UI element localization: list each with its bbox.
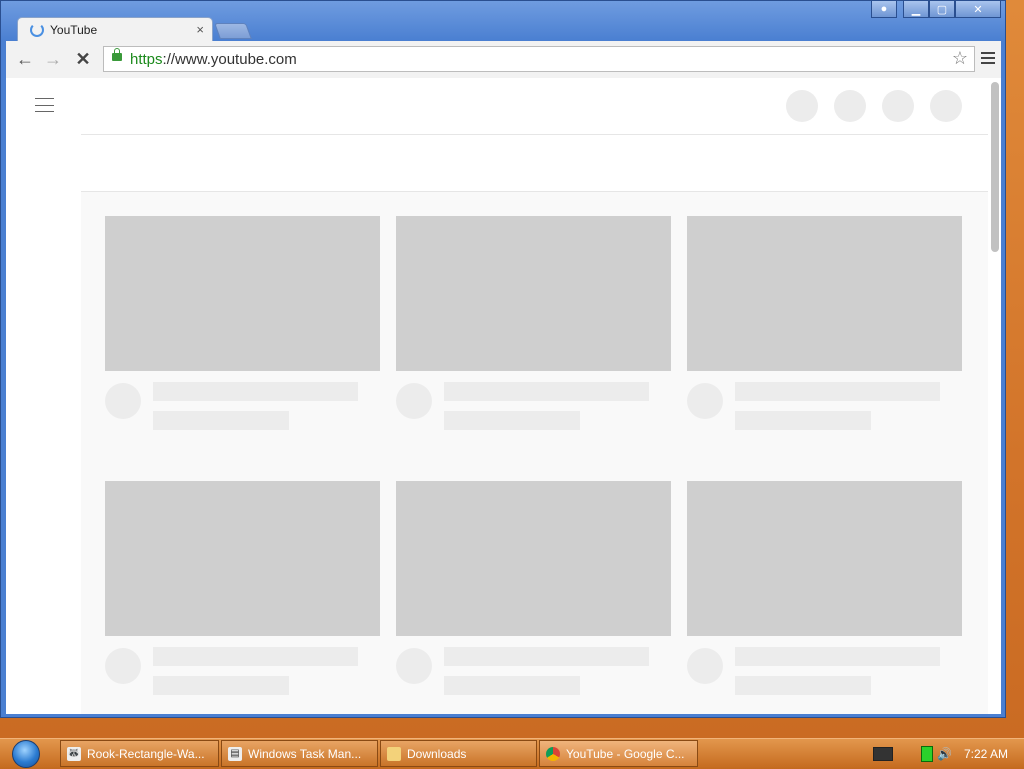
thumbnail-placeholder <box>105 216 380 371</box>
header-placeholder-icons <box>786 90 978 122</box>
video-card-placeholder[interactable] <box>396 216 671 432</box>
title-placeholder <box>735 382 940 401</box>
browser-window: ● ▁ ▢ ✕ YouTube × ← → ✕ https://www.yout… <box>0 0 1006 718</box>
lock-icon <box>112 48 122 61</box>
minimize-icon[interactable]: ▁ <box>903 1 929 18</box>
avatar-placeholder <box>396 648 432 684</box>
meta-placeholder <box>444 676 580 695</box>
url-scheme: https <box>130 51 163 68</box>
guide-menu-icon[interactable] <box>35 98 54 112</box>
video-card-placeholder[interactable] <box>687 216 962 432</box>
url-rest: ://www.youtube.com <box>162 51 297 68</box>
user-icon[interactable]: ● <box>871 1 897 18</box>
title-placeholder <box>735 647 940 666</box>
avatar-placeholder <box>687 648 723 684</box>
video-card-placeholder[interactable] <box>396 481 671 697</box>
video-card-placeholder[interactable] <box>105 481 380 697</box>
folder-icon <box>387 746 401 761</box>
taskbar-item-downloads[interactable]: Downloads <box>380 740 537 767</box>
browser-toolbar: ← → ✕ https://www.youtube.com ☆ <box>6 41 1001 79</box>
meta-placeholder <box>735 411 871 430</box>
raccoon-icon: 🦝 <box>67 746 81 761</box>
title-placeholder <box>153 647 358 666</box>
avatar-placeholder <box>105 648 141 684</box>
url-text: https://www.youtube.com <box>130 51 297 68</box>
meta-placeholder <box>153 411 289 430</box>
avatar-placeholder <box>105 383 141 419</box>
video-card-placeholder[interactable] <box>105 216 380 432</box>
new-tab-button[interactable] <box>214 23 252 39</box>
thumbnail-placeholder <box>105 481 380 636</box>
close-icon[interactable]: ✕ <box>955 1 1001 18</box>
taskbar-item-rook[interactable]: 🦝 Rook-Rectangle-Wa... <box>60 740 219 767</box>
address-bar[interactable]: https://www.youtube.com ☆ <box>103 46 975 72</box>
video-card-placeholder[interactable] <box>687 481 962 697</box>
title-placeholder <box>444 382 649 401</box>
title-placeholder <box>153 382 358 401</box>
avatar-placeholder <box>396 383 432 419</box>
back-arrow-icon[interactable]: ← <box>14 49 36 69</box>
thumbnail-placeholder <box>396 216 671 371</box>
task-manager-icon: ▤ <box>228 746 242 761</box>
menu-icon[interactable] <box>981 52 995 64</box>
header-divider <box>81 134 988 135</box>
title-placeholder <box>444 647 649 666</box>
network-icon[interactable] <box>921 746 934 762</box>
tab-title: YouTube <box>50 23 98 37</box>
avatar-placeholder <box>687 383 723 419</box>
windows-logo-icon <box>12 740 40 768</box>
speaker-icon[interactable]: 🔊 <box>937 747 952 761</box>
vertical-scrollbar[interactable] <box>991 82 999 252</box>
title-bar[interactable]: ● ▁ ▢ ✕ YouTube × <box>1 1 1005 43</box>
loading-spinner-icon <box>30 23 44 37</box>
thumbnail-placeholder <box>396 481 671 636</box>
start-button[interactable] <box>4 739 48 769</box>
forward-arrow-icon[interactable]: → <box>42 49 64 69</box>
meta-placeholder <box>444 411 580 430</box>
taskbar-item-task-manager[interactable]: ▤ Windows Task Man... <box>221 740 378 767</box>
placeholder-circle <box>786 90 818 122</box>
video-grid <box>105 216 965 697</box>
placeholder-circle <box>882 90 914 122</box>
tab-close-icon[interactable]: × <box>196 22 204 37</box>
stop-icon[interactable]: ✕ <box>72 49 94 69</box>
taskbar-item-label: Rook-Rectangle-Wa... <box>87 746 205 761</box>
chrome-icon <box>546 746 560 761</box>
clock[interactable]: 7:22 AM <box>964 747 1008 761</box>
placeholder-circle <box>834 90 866 122</box>
window-controls: ● ▁ ▢ ✕ <box>871 1 1001 19</box>
thumbnail-placeholder <box>687 216 962 371</box>
page-viewport <box>6 78 1001 714</box>
keyboard-icon[interactable] <box>873 747 894 761</box>
maximize-icon[interactable]: ▢ <box>929 1 955 18</box>
taskbar-item-label: Downloads <box>407 746 467 761</box>
system-tray: 🔊 7:22 AM <box>873 739 1024 769</box>
taskbar: 🦝 Rook-Rectangle-Wa... ▤ Windows Task Ma… <box>0 738 1024 769</box>
thumbnail-placeholder <box>687 481 962 636</box>
placeholder-circle <box>930 90 962 122</box>
tab-youtube[interactable]: YouTube × <box>17 17 213 43</box>
taskbar-item-chrome[interactable]: YouTube - Google C... <box>539 740 698 767</box>
meta-placeholder <box>153 676 289 695</box>
taskbar-item-label: YouTube - Google C... <box>566 746 685 761</box>
taskbar-item-label: Windows Task Man... <box>248 746 362 761</box>
star-icon[interactable]: ☆ <box>952 48 968 69</box>
meta-placeholder <box>735 676 871 695</box>
